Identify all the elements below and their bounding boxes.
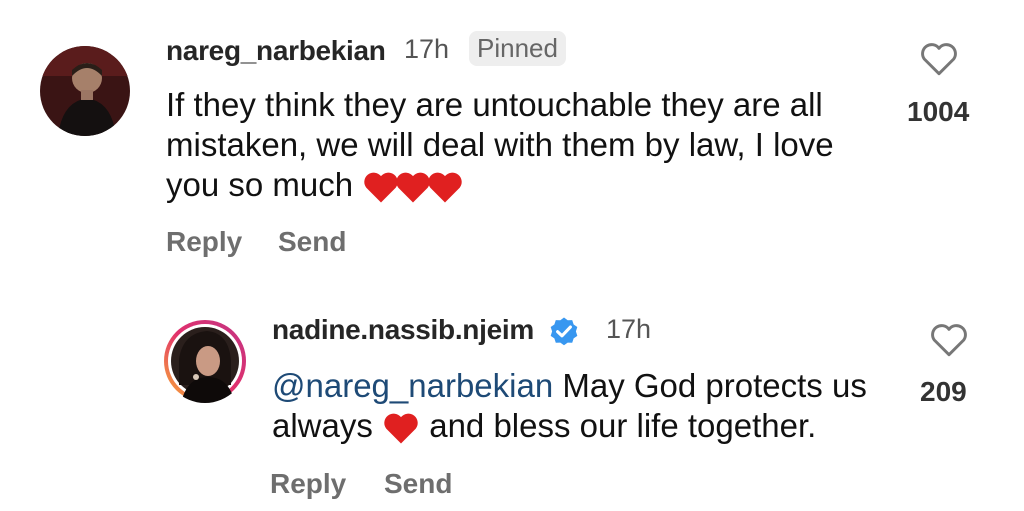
comment-line: you so much xyxy=(166,165,834,213)
like-heart-icon[interactable] xyxy=(929,322,969,363)
like-count: 1004 xyxy=(907,96,970,127)
comment-line: If they think they are untouchable they … xyxy=(166,86,823,123)
comment-username[interactable]: nareg_narbekian xyxy=(166,35,386,67)
comment-line-text: and bless our life together. xyxy=(420,407,817,444)
pinned-badge: Pinned xyxy=(469,31,566,66)
reply-button[interactable]: Reply xyxy=(166,226,242,258)
like-count: 209 xyxy=(920,376,967,407)
like-heart-icon[interactable] xyxy=(919,41,959,82)
avatar[interactable] xyxy=(163,319,247,403)
comment-text: If they think they are untouchable they … xyxy=(166,85,834,213)
verified-badge-icon xyxy=(547,314,581,353)
comment-line-text: May God protects us xyxy=(553,367,867,404)
comment-line: mistaken, we will deal with them by law,… xyxy=(166,126,834,163)
comment-time: 17h xyxy=(404,34,450,64)
comment-line: always and bless our life together. xyxy=(272,406,867,454)
comment-line-text: you so much xyxy=(166,166,354,203)
comment-username[interactable]: nadine.nassib.njeim xyxy=(272,314,534,346)
send-button[interactable]: Send xyxy=(384,468,452,500)
mention-link[interactable]: @nareg_narbekian xyxy=(272,367,553,404)
heart-emoji-icon xyxy=(426,170,464,213)
comment-line: @nareg_narbekian May God protects us xyxy=(272,366,867,406)
heart-emoji-icon xyxy=(382,411,420,454)
comment-time: 17h xyxy=(606,314,652,344)
comment-line-text: always xyxy=(272,407,373,444)
send-button[interactable]: Send xyxy=(278,226,346,258)
reply-button[interactable]: Reply xyxy=(270,468,346,500)
avatar[interactable] xyxy=(40,46,130,136)
comment-text: @nareg_narbekian May God protects us alw… xyxy=(272,366,867,454)
